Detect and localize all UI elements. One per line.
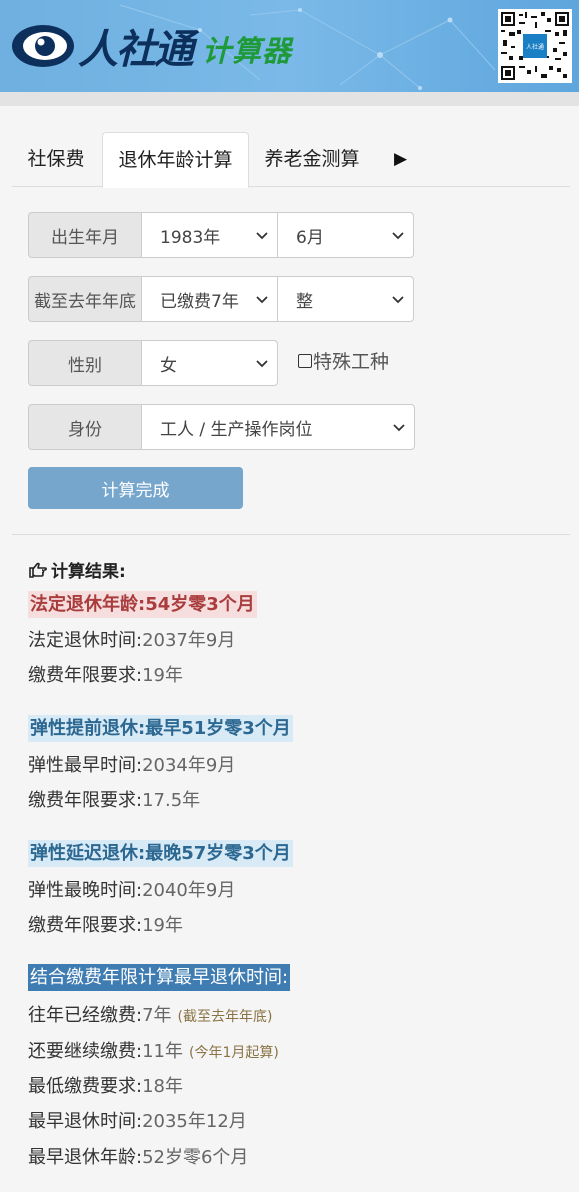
- gender-select[interactable]: 女: [141, 340, 278, 386]
- earliest-time-value: 2035年12月: [142, 1111, 247, 1132]
- gender-value: 女: [160, 355, 177, 376]
- birth-row: 出生年月 1983年 6月: [28, 212, 414, 258]
- tab-social-insurance[interactable]: 社保费: [12, 132, 100, 187]
- logo-text: 人社通: [78, 27, 194, 73]
- combined-min-label: 最低缴费要求:: [28, 1076, 143, 1097]
- pointing-hand-icon: [29, 562, 47, 578]
- app-header: 人社通 计算器 人社通: [0, 0, 579, 92]
- qr-code-icon: 人社通: [501, 12, 569, 80]
- earliest-age-line: 最早退休年龄:52岁零6个月: [28, 1143, 248, 1169]
- legal-time-line: 法定退休时间:2037年9月: [28, 626, 235, 652]
- logo-subtitle: 计算器: [202, 34, 293, 68]
- combined-min-value: 18年: [142, 1076, 183, 1097]
- combined-remain-label: 还要继续缴费:: [28, 1041, 143, 1062]
- combined-remain-note: (今年1月起算): [188, 1045, 279, 1061]
- chevron-down-icon: [392, 232, 404, 240]
- identity-row: 身份 工人 / 生产操作岗位: [28, 404, 415, 450]
- gender-label: 性别: [28, 340, 141, 386]
- birth-month-value: 6月: [296, 227, 324, 248]
- late-time-label: 弹性最晚时间:: [28, 880, 143, 901]
- early-years-line: 缴费年限要求:17.5年: [28, 786, 200, 812]
- tab-bar: 社保费 退休年龄计算 养老金测算 ▶: [12, 132, 570, 188]
- combined-remain-value: 11年: [142, 1041, 183, 1062]
- paid-months-select[interactable]: 整: [277, 276, 414, 322]
- legal-years-line: 缴费年限要求:19年: [28, 661, 183, 687]
- birth-year-value: 1983年: [160, 227, 221, 248]
- early-time-value: 2034年9月: [142, 755, 236, 776]
- combined-paid-note: (截至去年年底): [177, 1009, 273, 1025]
- legal-age-heading: 法定退休年龄:54岁零3个月: [28, 591, 257, 618]
- early-time-line: 弹性最早时间:2034年9月: [28, 751, 235, 777]
- chevron-down-icon: [393, 424, 405, 432]
- tab-pension-estimate[interactable]: 养老金测算: [253, 132, 371, 187]
- combined-paid-value: 7年: [142, 1005, 172, 1026]
- early-years-value: 17.5年: [142, 790, 201, 811]
- gender-row: 性别 女: [28, 340, 278, 386]
- early-years-label: 缴费年限要求:: [28, 790, 143, 811]
- late-time-value: 2040年9月: [142, 880, 236, 901]
- app-logo: 人社通 计算器: [10, 18, 292, 74]
- combined-heading: 结合缴费年限计算最早退休时间:: [28, 964, 291, 991]
- special-job-checkbox[interactable]: 特殊工种: [298, 347, 389, 374]
- legal-years-value: 19年: [142, 665, 183, 686]
- combined-paid-line: 往年已经缴费:7年 (截至去年年底): [28, 1001, 272, 1027]
- identity-value: 工人 / 生产操作岗位: [160, 419, 313, 440]
- chevron-down-icon: [256, 296, 268, 304]
- checkbox-icon[interactable]: [298, 353, 312, 368]
- early-age-heading: 弹性提前退休:最早51岁零3个月: [28, 715, 293, 742]
- earliest-time-line: 最早退休时间:2035年12月: [28, 1107, 247, 1133]
- paid-row: 截至去年年底 已缴费7年 整: [28, 276, 414, 322]
- qr-code: 人社通: [498, 9, 572, 83]
- identity-label: 身份: [28, 404, 141, 450]
- chevron-down-icon: [256, 232, 268, 240]
- birth-year-select[interactable]: 1983年: [141, 212, 278, 258]
- earliest-time-label: 最早退休时间:: [28, 1111, 143, 1132]
- combined-min-line: 最低缴费要求:18年: [28, 1072, 183, 1098]
- eye-logo-icon: [12, 25, 74, 67]
- late-age-heading: 弹性延迟退休:最晚57岁零3个月: [28, 840, 293, 867]
- combined-remain-line: 还要继续缴费:11年 (今年1月起算): [28, 1037, 279, 1063]
- chevron-down-icon: [392, 296, 404, 304]
- tab-retirement-age[interactable]: 退休年龄计算: [102, 132, 249, 188]
- late-years-value: 19年: [142, 915, 183, 936]
- paid-years-value: 已缴费7年: [160, 291, 239, 312]
- header-divider: [0, 92, 579, 106]
- combined-paid-label: 往年已经缴费:: [28, 1005, 143, 1026]
- earliest-age-value: 52岁零6个月: [142, 1147, 249, 1168]
- special-job-label: 特殊工种: [313, 351, 390, 373]
- legal-time-label: 法定退休时间:: [28, 630, 143, 651]
- legal-time-value: 2037年9月: [142, 630, 236, 651]
- early-time-label: 弹性最早时间:: [28, 755, 143, 776]
- chevron-down-icon: [256, 360, 268, 368]
- paid-years-select[interactable]: 已缴费7年: [141, 276, 278, 322]
- late-time-line: 弹性最晚时间:2040年9月: [28, 876, 235, 902]
- identity-select[interactable]: 工人 / 生产操作岗位: [141, 404, 415, 450]
- legal-years-label: 缴费年限要求:: [28, 665, 143, 686]
- result-title-text: 计算结果:: [51, 562, 126, 582]
- paid-months-value: 整: [296, 291, 313, 312]
- birth-month-select[interactable]: 6月: [277, 212, 414, 258]
- late-years-line: 缴费年限要求:19年: [28, 911, 183, 937]
- birth-label: 出生年月: [28, 212, 141, 258]
- divider: [12, 534, 570, 535]
- earliest-age-label: 最早退休年龄:: [28, 1147, 143, 1168]
- calculate-button[interactable]: 计算完成: [28, 467, 243, 509]
- paid-label: 截至去年年底: [28, 276, 141, 322]
- tab-scroll-right-icon[interactable]: ▶: [394, 132, 407, 187]
- late-years-label: 缴费年限要求:: [28, 915, 143, 936]
- svg-text:人社通: 人社通: [526, 43, 544, 51]
- result-title: 计算结果:: [28, 557, 126, 582]
